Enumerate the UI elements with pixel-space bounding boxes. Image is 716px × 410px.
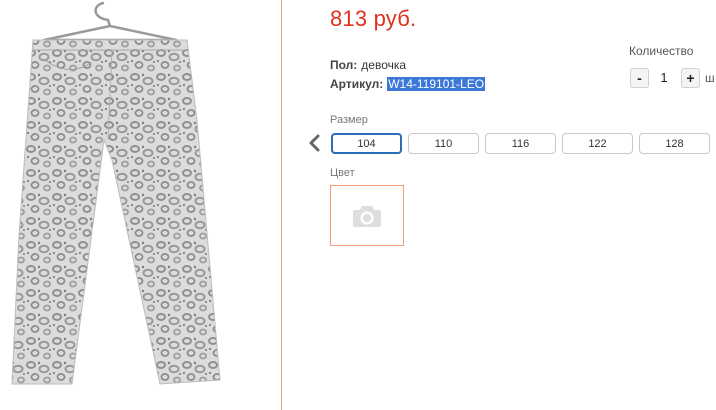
quantity-unit: ш [705,71,715,85]
quantity-title: Количество [629,44,694,58]
gender-label: Пол: [330,58,358,72]
size-label: Размер [330,114,368,126]
size-option-116[interactable]: 116 [485,133,556,154]
gender-value: девочка [361,58,407,72]
camera-icon [353,205,381,227]
quantity-increase-button[interactable]: + [681,68,700,88]
color-label: Цвет [330,167,355,179]
sku-value[interactable]: W14-119101-LEO [387,77,486,91]
product-price: 813 руб. [330,6,417,31]
column-divider [281,0,282,410]
size-option-104[interactable]: 104 [331,133,402,154]
sku-label: Артикул: [330,77,384,91]
sku-attribute: Артикул: W14-119101-LEO [330,77,486,91]
quantity-input[interactable]: 1 [652,68,676,88]
size-option-110[interactable]: 110 [408,133,479,154]
quantity-decrease-button[interactable]: - [630,68,649,88]
chevron-left-icon[interactable] [306,133,324,153]
gender-attribute: Пол: девочка [330,58,406,72]
color-swatch[interactable] [330,185,404,246]
size-option-128[interactable]: 128 [639,133,710,154]
size-option-122[interactable]: 122 [562,133,633,154]
leggings-graphic [11,39,221,385]
product-image [11,1,221,385]
hanger-graphic [42,1,178,42]
